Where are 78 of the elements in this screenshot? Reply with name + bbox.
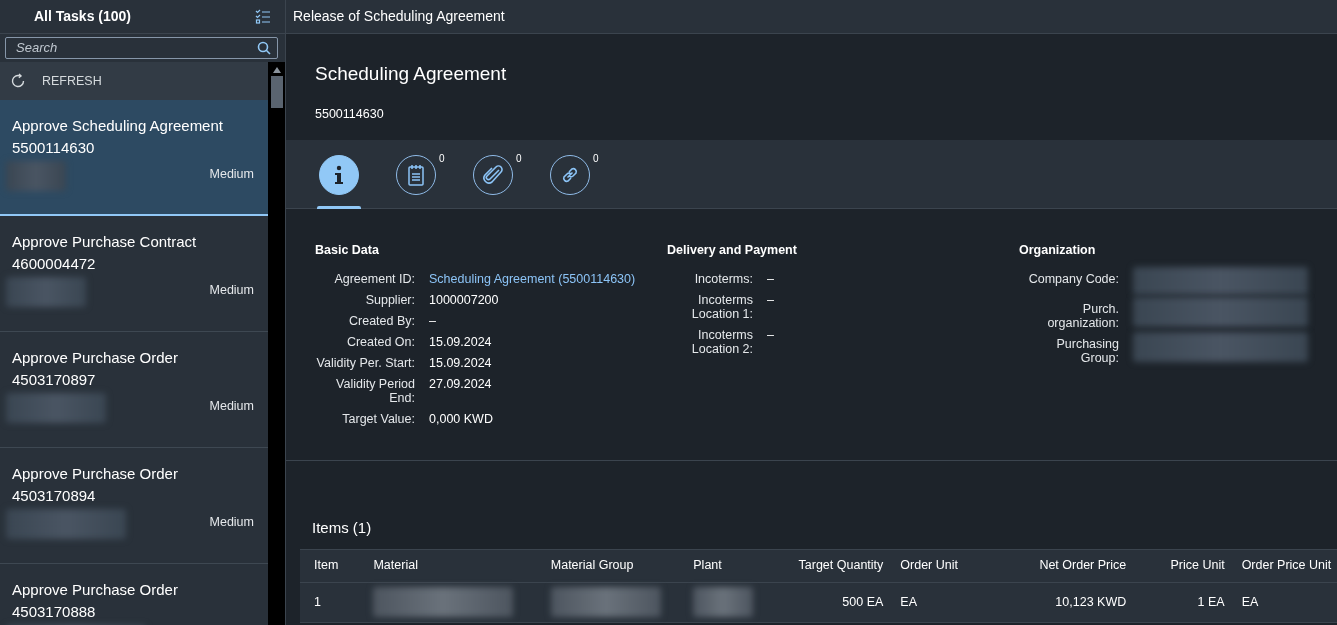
field-value: 15.09.2024	[429, 356, 492, 370]
field-value: –	[767, 328, 774, 344]
field-label: Created By:	[348, 314, 415, 328]
field-value: –	[767, 272, 774, 286]
column-header: Target Quantity	[758, 549, 887, 582]
field-value: 0,000 KWD	[429, 412, 493, 426]
task-title: Approve Purchase Contract	[12, 232, 198, 252]
redacted-block	[6, 161, 66, 191]
priority-text: Medium	[209, 514, 254, 531]
field-label: Incoterms Location 1:	[690, 293, 753, 321]
count-label: 0	[516, 152, 522, 166]
column-header: Item	[300, 549, 360, 582]
scroll-up-arrow-icon[interactable]	[272, 67, 281, 73]
field-label: Validity Period End:	[335, 377, 415, 405]
field-label: Supplier:	[364, 293, 415, 307]
count-label: 0	[593, 152, 599, 166]
group-title: Delivery and Payment	[667, 243, 798, 258]
field-label: Incoterms:	[693, 272, 753, 286]
field-label: Purchasing Group:	[1055, 337, 1119, 365]
table-cell: 1 EA	[1129, 582, 1228, 622]
paperclip-icon	[483, 165, 503, 185]
table-cell: 10,123 KWD	[996, 582, 1130, 622]
count-label: 0	[439, 152, 445, 166]
priority-text: Medium	[209, 398, 254, 415]
field-value: 1000007200	[429, 293, 499, 307]
task-title: Approve Purchase Order	[12, 580, 179, 600]
field-label: Validity Per. Start:	[315, 356, 415, 370]
refresh-button[interactable]: REFRESH	[0, 62, 268, 100]
search-input[interactable]: Search	[6, 38, 257, 58]
column-header: Net Order Price	[996, 549, 1130, 582]
field-label: Target Value:	[341, 412, 415, 426]
column-header: Order Price Unit	[1227, 549, 1337, 582]
table-cell: 500 EA	[758, 582, 887, 622]
multi-select-icon[interactable]	[255, 8, 271, 25]
agreement-link[interactable]: Scheduling Agreement (5500114630)	[429, 272, 636, 286]
priority-text: Medium	[209, 282, 254, 299]
task-number: 4503170888	[12, 602, 97, 622]
items-title: Items (1)	[312, 518, 373, 538]
task-number: 4503170894	[12, 486, 97, 506]
search-icon[interactable]	[257, 41, 271, 55]
task-number: 4503170897	[12, 370, 97, 390]
task-title: Approve Purchase Order	[12, 348, 179, 368]
column-header: Order Unit	[886, 549, 996, 582]
group-title: Organization	[1019, 243, 1097, 258]
task-number: 5500114630	[12, 138, 96, 158]
field-label: Incoterms Location 2:	[690, 328, 753, 356]
task-title: Approve Purchase Order	[12, 464, 179, 484]
column-header: Price Unit	[1129, 549, 1228, 582]
column-header: Plant	[679, 549, 759, 582]
field-label: Agreement ID:	[333, 272, 415, 286]
field-value: –	[767, 293, 774, 309]
notepad-icon	[407, 164, 425, 186]
page-title: Release of Scheduling Agreement	[293, 7, 505, 26]
field-label: Company Code:	[1027, 272, 1119, 288]
table-cell: 1	[300, 582, 360, 622]
task-title: Approve Scheduling Agreement	[12, 116, 224, 136]
table-cell: EA	[1227, 582, 1337, 622]
priority-text: Medium	[209, 166, 254, 183]
field-value: 27.09.2024	[429, 377, 492, 393]
scrollbar[interactable]	[268, 62, 285, 625]
scroll-thumb[interactable]	[270, 76, 283, 108]
task-item[interactable]: Approve Scheduling Agreement 5500114630 Medium	[0, 100, 268, 216]
refresh-icon	[10, 73, 26, 89]
search-field[interactable]: Search	[5, 37, 278, 59]
task-number: 4600004472	[12, 254, 97, 274]
field-label: Created On:	[345, 335, 415, 349]
column-header: Material	[359, 549, 537, 582]
column-header: Material Group	[536, 549, 680, 582]
info-icon	[332, 165, 346, 185]
table-cell: EA	[886, 582, 996, 622]
link-icon	[560, 165, 580, 185]
field-value: 15.09.2024	[429, 335, 492, 349]
field-label: Purch. organization:	[1046, 302, 1119, 330]
list-title: All Tasks (100)	[34, 7, 131, 26]
field-value: –	[429, 314, 436, 328]
group-title: Basic Data	[315, 243, 380, 258]
object-number: 5500114630	[315, 105, 385, 123]
object-title: Scheduling Agreement	[315, 62, 508, 86]
